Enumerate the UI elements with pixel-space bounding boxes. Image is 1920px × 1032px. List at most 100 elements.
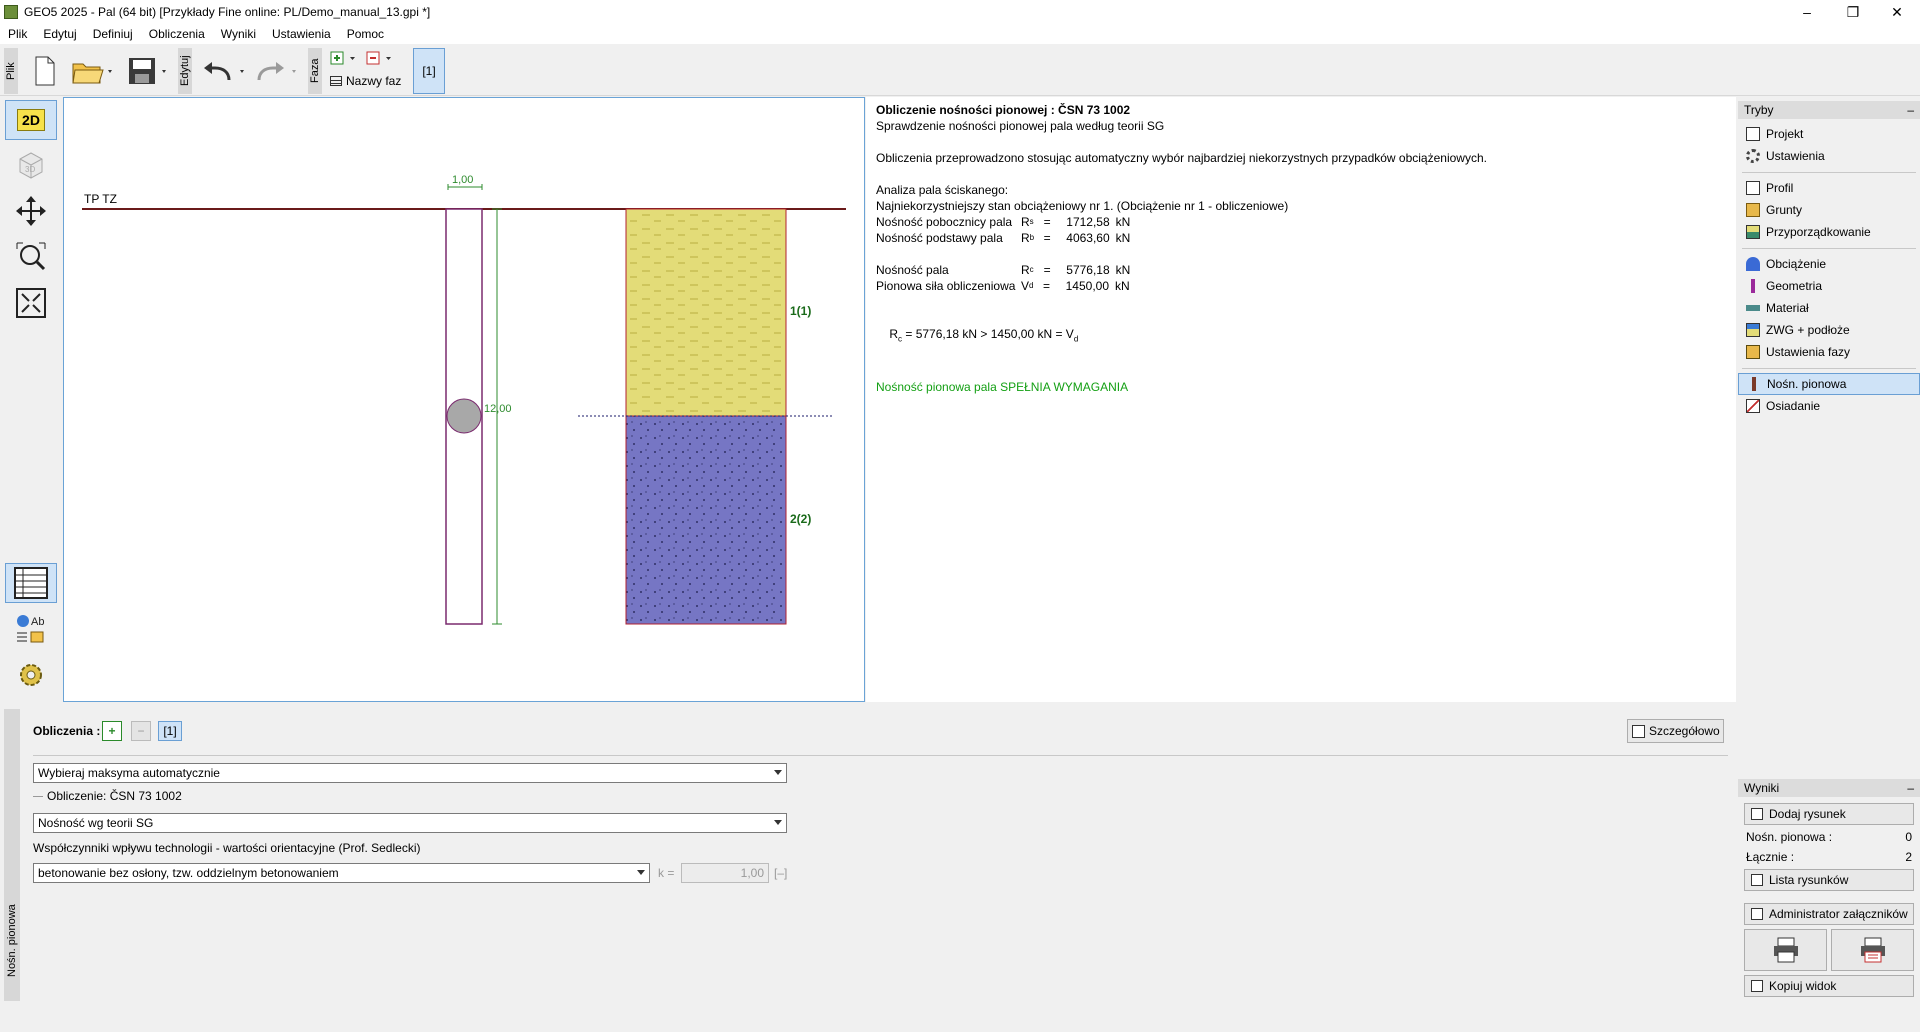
remove-calculation-button[interactable]: −	[131, 721, 151, 741]
close-button[interactable]: ✕	[1874, 0, 1920, 24]
attachments-button[interactable]: Administrator załączników	[1744, 903, 1914, 925]
analysis-heading: Analiza pala ściskanego:	[876, 183, 1009, 197]
zoom-extents-button[interactable]	[5, 283, 57, 323]
list-icon	[1751, 874, 1763, 886]
minimize-button[interactable]: –	[1784, 0, 1830, 24]
pan-button[interactable]	[5, 191, 57, 231]
zoom-icon	[16, 242, 46, 271]
detail-button[interactable]: Szczegółowo	[1627, 719, 1724, 743]
max-selection-combo[interactable]: Wybieraj maksyma automatycznie	[33, 763, 787, 783]
load-icon	[1746, 257, 1760, 271]
copy-view-button[interactable]: Kopiuj widok	[1744, 975, 1914, 997]
mode-osiadanie[interactable]: Osiadanie	[1738, 395, 1920, 417]
drawing-canvas[interactable]: TP TZ 1,00 12,00 1(1) 2(2)	[63, 97, 865, 702]
check-expression: Rc = 5776,18 kN > 1450,00 kN = Vd	[889, 327, 1079, 344]
verdict-text: Nośność pionowa pala SPEŁNIA WYMAGANIA	[876, 380, 1129, 395]
phase-names-label: Nazwy faz	[346, 74, 402, 88]
mode-zwg[interactable]: ZWG + podłoże	[1738, 319, 1920, 341]
app-icon	[4, 5, 18, 19]
drawing-style-button[interactable]: Ab	[5, 609, 57, 649]
add-phase-icon[interactable]	[330, 50, 360, 66]
collapse-icon[interactable]: –	[1907, 781, 1914, 795]
mode-geometria[interactable]: Geometria	[1738, 275, 1920, 297]
terrain-label: TP TZ	[84, 192, 117, 206]
file-tab[interactable]: Plik	[4, 48, 18, 94]
mode-ustawienia[interactable]: Ustawienia	[1738, 145, 1920, 167]
outputs-header: Wyniki –	[1738, 779, 1920, 797]
attachments-icon	[1751, 908, 1763, 920]
phase-settings-icon	[1746, 345, 1760, 359]
left-toolbar: 2D 3D Ab	[0, 97, 62, 702]
add-calculation-button[interactable]: +	[102, 721, 122, 741]
result-row: Nośność pala Rc = 5776,18 kN	[876, 263, 1131, 277]
table-view-button[interactable]	[5, 563, 57, 603]
result-row: Nośność podstawy pala Rb = 4063,60 kN	[876, 231, 1131, 245]
section-separator: Obliczenie: ČSN 73 1002	[33, 789, 182, 803]
print-pdf-button[interactable]	[1831, 929, 1914, 971]
svg-text:3D: 3D	[25, 165, 35, 174]
mode-ustawienia-fazy[interactable]: Ustawienia fazy	[1738, 341, 1920, 363]
mode-profil[interactable]: Profil	[1738, 177, 1920, 199]
maximize-button[interactable]: ❐	[1830, 0, 1876, 24]
mode-obciazenie[interactable]: Obciążenie	[1738, 253, 1920, 275]
phase-names-button[interactable]: Nazwy faz	[330, 72, 410, 90]
phase-tab[interactable]: Faza	[308, 48, 322, 94]
technology-combo[interactable]: betonowanie bez osłony, tzw. oddzielnym …	[33, 863, 650, 883]
outputs-header-label: Wyniki	[1744, 781, 1780, 795]
view-3d-button[interactable]: 3D	[5, 145, 57, 185]
results-subtitle: Sprawdzenie nośności pionowej pala wedłu…	[876, 119, 1165, 133]
new-file-icon[interactable]	[30, 54, 60, 88]
table-icon	[330, 76, 342, 86]
phase-selector[interactable]: [1]	[413, 48, 445, 94]
mode-grunty[interactable]: Grunty	[1738, 199, 1920, 221]
copy-view-icon	[1751, 980, 1763, 992]
add-picture-icon	[1751, 808, 1763, 820]
print-button[interactable]	[1744, 929, 1827, 971]
k-input[interactable]: 1,00	[681, 863, 769, 883]
geometry-icon	[1751, 279, 1755, 293]
undo-icon[interactable]	[200, 54, 248, 88]
collapse-icon[interactable]: –	[1907, 103, 1914, 117]
menu-edytuj[interactable]: Edytuj	[35, 27, 84, 41]
bearing-icon	[1752, 377, 1756, 391]
toolbar: Plik Edytuj Faza Nazwy faz	[0, 44, 1920, 96]
edit-tab[interactable]: Edytuj	[178, 48, 192, 94]
zoom-button[interactable]	[5, 237, 57, 277]
menu-definiuj[interactable]: Definiuj	[85, 27, 141, 41]
status-bar	[0, 1003, 1920, 1032]
mode-projekt[interactable]: Projekt	[1738, 123, 1920, 145]
right-panel: Tryby – Projekt Ustawienia Profil Grunty…	[1738, 97, 1920, 1002]
menu-plik[interactable]: Plik	[0, 27, 35, 41]
open-file-icon[interactable]	[70, 54, 116, 88]
mode-nosn-pionowa[interactable]: Nośn. pionowa	[1738, 373, 1920, 395]
title-bar: GEO5 2025 - Pal (64 bit) [Przykłady Fine…	[0, 0, 1920, 24]
assign-icon	[1746, 225, 1760, 239]
mode-przyporzadkowanie[interactable]: Przyporządkowanie	[1738, 221, 1920, 243]
input-panel: Nośn. pionowa Obliczenia : + − [1] Szcze…	[0, 703, 1736, 1003]
worst-case-line: Najniekorzystniejszy stan obciążeniowy n…	[876, 199, 1289, 213]
mode-material[interactable]: Materiał	[1738, 297, 1920, 319]
add-picture-button[interactable]: Dodaj rysunek	[1744, 803, 1914, 825]
result-row: Nośność pobocznicy pala Rs = 1712,58 kN	[876, 215, 1131, 229]
save-icon[interactable]	[126, 54, 172, 88]
picture-count: Nośn. pionowa :0	[1746, 830, 1912, 844]
menu-obliczenia[interactable]: Obliczenia	[141, 27, 213, 41]
printer-pdf-icon	[1860, 937, 1885, 963]
calculation-selector[interactable]: [1]	[158, 721, 182, 741]
bottom-side-tab[interactable]: Nośn. pionowa	[4, 709, 20, 1001]
window-title: GEO5 2025 - Pal (64 bit) [Przykłady Fine…	[24, 5, 431, 19]
menu-ustawienia[interactable]: Ustawienia	[264, 27, 339, 41]
detail-icon	[1632, 724, 1645, 738]
soil-icon	[1746, 203, 1760, 217]
menu-pomoc[interactable]: Pomoc	[339, 27, 392, 41]
theory-combo[interactable]: Nośność wg teorii SG	[33, 813, 787, 833]
redo-icon[interactable]	[254, 54, 302, 88]
remove-phase-icon[interactable]	[366, 50, 396, 66]
minus-icon: −	[137, 724, 145, 738]
menu-wyniki[interactable]: Wyniki	[213, 27, 264, 41]
layer-1-label: 1(1)	[790, 304, 811, 318]
settings-button[interactable]	[5, 655, 57, 695]
layer-2-label: 2(2)	[790, 512, 811, 526]
view-2d-button[interactable]: 2D	[5, 100, 57, 140]
list-pictures-button[interactable]: Lista rysunków	[1744, 869, 1914, 891]
